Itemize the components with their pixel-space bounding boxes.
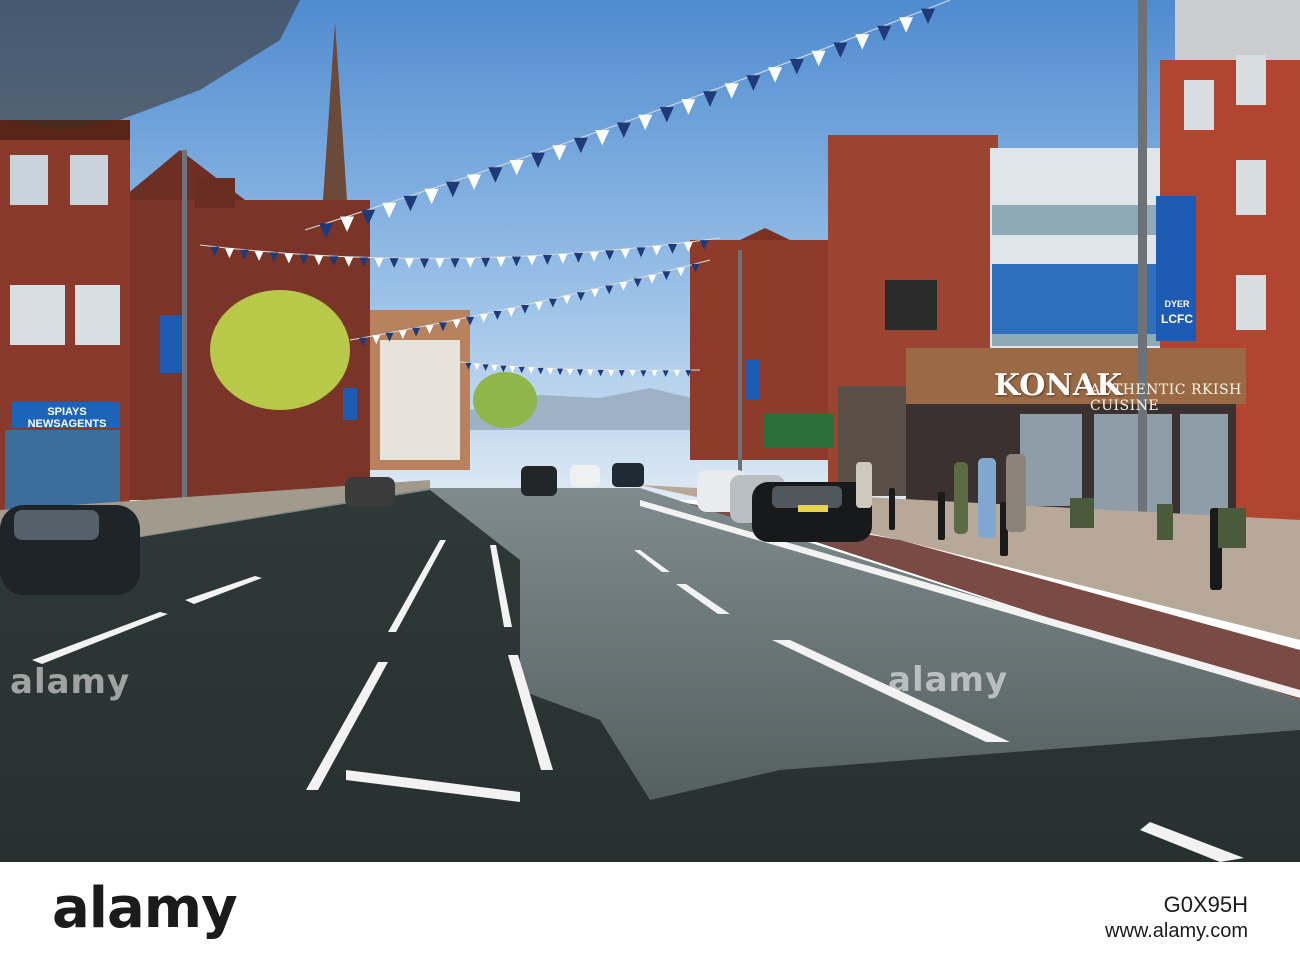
restaurant-glass-3 bbox=[1180, 414, 1228, 524]
street-photo: SPIAYS NEWSAGENTS KONAK AUTHENTIC RKISH … bbox=[0, 0, 1300, 954]
player-banner-left-far bbox=[343, 388, 357, 420]
left-building-chimney bbox=[195, 178, 235, 208]
left-shopfront bbox=[5, 430, 120, 510]
tower-window-2 bbox=[1236, 55, 1266, 105]
right-tower-top bbox=[1175, 0, 1300, 60]
tree-yellow-green bbox=[210, 290, 350, 410]
lamp-post-left bbox=[182, 150, 187, 520]
footer-logo: alamy bbox=[52, 876, 238, 941]
tower-window-1 bbox=[1184, 80, 1214, 130]
player-banner-mid bbox=[745, 360, 759, 400]
pedestrian-1 bbox=[954, 462, 968, 534]
office-window-band-1 bbox=[992, 205, 1162, 235]
green-awning bbox=[764, 414, 834, 448]
banner-player-name: DYER bbox=[1164, 299, 1190, 309]
parked-car-jaguar bbox=[752, 482, 872, 542]
player-banner-left bbox=[160, 315, 182, 373]
left-window-3 bbox=[10, 285, 65, 345]
moving-car-dark bbox=[521, 466, 557, 496]
watermark-right: alamy bbox=[888, 660, 1009, 700]
pedestrian-4 bbox=[856, 462, 872, 508]
lamp-post-right bbox=[1138, 0, 1147, 570]
restaurant-glass-1 bbox=[1020, 414, 1082, 506]
moving-car-far bbox=[612, 463, 644, 487]
street-scene-drawing bbox=[0, 0, 1300, 954]
banner-club-name: LCFC bbox=[1161, 312, 1193, 326]
parked-car-left-far bbox=[345, 477, 395, 507]
tower-window-4 bbox=[1236, 275, 1266, 330]
planter-2 bbox=[1157, 504, 1173, 540]
left-building-white bbox=[380, 340, 460, 460]
footer-image-code: G0X95H bbox=[1163, 892, 1248, 917]
left-shop-sign: SPIAYS NEWSAGENTS bbox=[27, 406, 107, 430]
left-window-4 bbox=[75, 285, 120, 345]
tower-window-3 bbox=[1236, 160, 1266, 215]
planter-1 bbox=[1070, 498, 1094, 528]
lamp-post-mid bbox=[738, 250, 742, 480]
planter-3 bbox=[1218, 508, 1246, 548]
restaurant-glass-2 bbox=[1094, 414, 1172, 518]
pedestrian-2 bbox=[978, 458, 996, 538]
pedestrian-3 bbox=[1006, 454, 1026, 532]
watermark-left: alamy bbox=[10, 662, 131, 702]
office-blue-banner bbox=[992, 264, 1157, 334]
moving-car-white bbox=[570, 465, 600, 487]
footer-url: www.alamy.com bbox=[1105, 920, 1248, 942]
right-building-sign bbox=[885, 280, 937, 330]
tree-green-far bbox=[473, 372, 537, 428]
parked-car-left bbox=[0, 505, 140, 595]
left-window-2 bbox=[70, 155, 108, 205]
left-window-1 bbox=[10, 155, 48, 205]
restaurant-cuisine-sign: AUTHENTIC RKISH CUISINE bbox=[1090, 382, 1242, 414]
